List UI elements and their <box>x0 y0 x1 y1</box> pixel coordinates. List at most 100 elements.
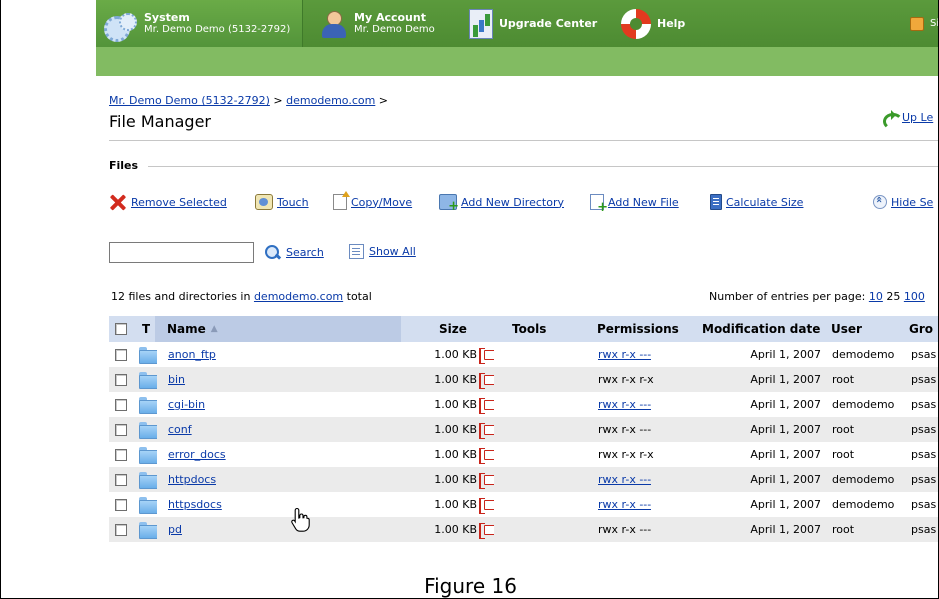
per-page-10-link[interactable]: 10 <box>869 290 883 303</box>
per-page-100-link[interactable]: 100 <box>904 290 925 303</box>
up-level-button[interactable]: Up Le <box>882 110 933 130</box>
table-row: anon_ftp 1.00 KB rwx r-x --- April 1, 20… <box>109 342 938 367</box>
change-permissions-icon[interactable] <box>478 397 494 414</box>
touch-button[interactable]: Touch <box>255 192 309 212</box>
owner-user: root <box>832 373 855 386</box>
owner-group: psas <box>911 423 937 436</box>
table-row: bin 1.00 KB rwx r-x r-x April 1, 2007 ro… <box>109 367 938 392</box>
row-checkbox[interactable] <box>115 373 127 386</box>
change-permissions-icon[interactable] <box>478 472 494 489</box>
owner-group: psas <box>911 498 937 511</box>
file-size: 1.00 KB <box>434 423 477 436</box>
summary-domain-link[interactable]: demodemo.com <box>254 290 343 303</box>
row-checkbox[interactable] <box>115 398 127 411</box>
header-size[interactable]: Size <box>439 316 467 342</box>
nav-account-subtitle: Mr. Demo Demo <box>354 23 435 35</box>
header-name-label: Name <box>167 322 206 336</box>
copy-move-label: Copy/Move <box>351 195 413 209</box>
change-permissions-icon[interactable] <box>478 372 494 389</box>
figure-frame: System Mr. Demo Demo (5132-2792) My Acco… <box>0 0 939 599</box>
sort-ascending-icon: ▲ <box>210 324 218 334</box>
breadcrumb-separator: > <box>269 94 287 107</box>
row-checkbox[interactable] <box>115 473 127 486</box>
row-checkbox[interactable] <box>115 423 127 436</box>
header-permissions[interactable]: Permissions <box>597 316 679 342</box>
file-size: 1.00 KB <box>434 398 477 411</box>
copy-move-button[interactable]: Copy/Move <box>333 191 413 212</box>
breadcrumb-separator: > <box>375 94 389 107</box>
remove-selected-label: Remove Selected <box>131 195 227 209</box>
file-name-link[interactable]: pd <box>168 523 182 536</box>
owner-group: psas <box>911 398 937 411</box>
nav-help[interactable]: Help <box>621 0 685 47</box>
permissions-link[interactable]: rwx r-x --- <box>598 348 651 361</box>
file-name-link[interactable]: bin <box>168 373 185 386</box>
change-permissions-icon[interactable] <box>478 347 494 364</box>
gears-icon <box>102 10 138 42</box>
breadcrumb-client-link[interactable]: Mr. Demo Demo (5132-2792) <box>109 94 270 107</box>
owner-user: demodemo <box>832 498 895 511</box>
touch-icon <box>255 194 273 210</box>
search-input[interactable] <box>109 242 254 263</box>
modification-date: April 1, 2007 <box>750 473 821 486</box>
file-size: 1.00 KB <box>434 523 477 536</box>
hand-cursor-icon <box>291 507 310 532</box>
files-divider <box>148 166 938 167</box>
header-user[interactable]: User <box>831 316 862 342</box>
search-button[interactable]: Search <box>264 244 324 261</box>
show-all-button[interactable]: Show All <box>349 244 416 259</box>
hide-search-button[interactable]: Hide Se <box>873 192 933 212</box>
header-group[interactable]: Gro <box>909 316 933 342</box>
file-size: 1.00 KB <box>434 348 477 361</box>
nav-my-account[interactable]: My Account Mr. Demo Demo <box>320 0 435 47</box>
owner-group: psas <box>911 348 937 361</box>
nav-upgrade-center[interactable]: Upgrade Center <box>469 0 597 47</box>
calculate-size-label: Calculate Size <box>726 195 804 209</box>
permissions-link[interactable]: rwx r-x --- <box>598 498 651 511</box>
modification-date: April 1, 2007 <box>750 348 821 361</box>
entries-per-page: Number of entries per page: 10 25 100 <box>709 290 925 303</box>
file-name-link[interactable]: httpsdocs <box>168 498 222 511</box>
file-name-link[interactable]: cgi-bin <box>168 398 205 411</box>
file-name-link[interactable]: error_docs <box>168 448 226 461</box>
header-tools: Tools <box>512 322 547 336</box>
calculator-icon <box>710 194 722 210</box>
change-permissions-icon[interactable] <box>478 497 494 514</box>
row-checkbox[interactable] <box>115 348 127 361</box>
owner-group: psas <box>911 523 937 536</box>
file-name-link[interactable]: httpdocs <box>168 473 216 486</box>
header-modification-date[interactable]: Modification date <box>702 316 820 342</box>
modification-date: April 1, 2007 <box>750 373 821 386</box>
nav-stripe <box>96 47 938 76</box>
per-page-label: Number of entries per page: <box>709 290 869 303</box>
breadcrumb-domain-link[interactable]: demodemo.com <box>286 94 375 107</box>
file-size: 1.00 KB <box>434 498 477 511</box>
change-permissions-icon[interactable] <box>478 522 494 539</box>
remove-selected-button[interactable]: Remove Selected <box>109 192 227 212</box>
top-navigation-bar: System Mr. Demo Demo (5132-2792) My Acco… <box>96 0 938 76</box>
files-section-title: Files <box>109 159 139 172</box>
nav-system-title: System <box>144 10 190 24</box>
table-body: anon_ftp 1.00 KB rwx r-x --- April 1, 20… <box>109 342 938 542</box>
add-new-file-button[interactable]: Add New File <box>590 192 679 214</box>
row-checkbox[interactable] <box>115 498 127 511</box>
add-new-directory-button[interactable]: Add New Directory <box>439 192 564 213</box>
row-checkbox[interactable] <box>115 523 127 536</box>
file-toolbar: Remove Selected Touch Copy/Move Add New … <box>109 191 938 214</box>
modification-date: April 1, 2007 <box>750 448 821 461</box>
header-name[interactable]: Name ▲ <box>167 316 218 342</box>
owner-user: demodemo <box>832 398 895 411</box>
file-name-link[interactable]: conf <box>168 423 192 436</box>
row-checkbox[interactable] <box>115 448 127 461</box>
change-permissions-icon[interactable] <box>478 447 494 464</box>
permissions-link[interactable]: rwx r-x --- <box>598 473 651 486</box>
file-name-link[interactable]: anon_ftp <box>168 348 216 361</box>
chart-icon <box>469 8 493 39</box>
select-all-checkbox[interactable] <box>115 323 127 335</box>
permissions-link[interactable]: rwx r-x --- <box>598 398 651 411</box>
nav-system[interactable]: System Mr. Demo Demo (5132-2792) <box>102 0 290 47</box>
calculate-size-button[interactable]: Calculate Size <box>710 192 803 212</box>
change-permissions-icon[interactable] <box>478 422 494 439</box>
header-type: T <box>142 322 151 336</box>
nav-sign-out[interactable]: Si <box>910 0 938 47</box>
